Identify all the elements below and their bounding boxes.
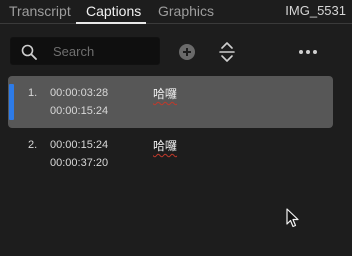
- tab-transcript[interactable]: Transcript: [9, 3, 71, 19]
- caption-text[interactable]: 哈囉: [153, 85, 177, 102]
- selection-indicator: [9, 84, 14, 120]
- caption-index: 2.: [28, 139, 38, 151]
- panel-tab-bar: Transcript Captions Graphics IMG_5531: [0, 0, 352, 24]
- caption-out-time[interactable]: 00:00:37:20: [50, 157, 108, 169]
- caption-row[interactable]: 2. 00:00:15:24 00:00:37:20 哈囉: [8, 128, 333, 180]
- add-circle-icon[interactable]: [178, 43, 196, 61]
- caption-text[interactable]: 哈囉: [153, 137, 177, 154]
- clip-name: IMG_5531: [285, 3, 346, 18]
- search-box[interactable]: [10, 37, 160, 65]
- search-input[interactable]: [53, 38, 157, 64]
- caption-out-time[interactable]: 00:00:15:24: [50, 105, 108, 117]
- more-options-icon[interactable]: [298, 44, 318, 60]
- tab-captions[interactable]: Captions: [86, 3, 141, 19]
- search-icon: [21, 44, 37, 60]
- caption-in-time[interactable]: 00:00:15:24: [50, 139, 108, 151]
- mouse-cursor-icon: [286, 208, 299, 228]
- caption-row[interactable]: 1. 00:00:03:28 00:00:15:24 哈囉: [8, 76, 333, 128]
- caption-index: 1.: [28, 87, 38, 99]
- tab-graphics[interactable]: Graphics: [158, 3, 214, 19]
- caption-in-time[interactable]: 00:00:03:28: [50, 87, 108, 99]
- split-caption-icon[interactable]: [218, 41, 236, 63]
- active-tab-indicator: [76, 22, 146, 24]
